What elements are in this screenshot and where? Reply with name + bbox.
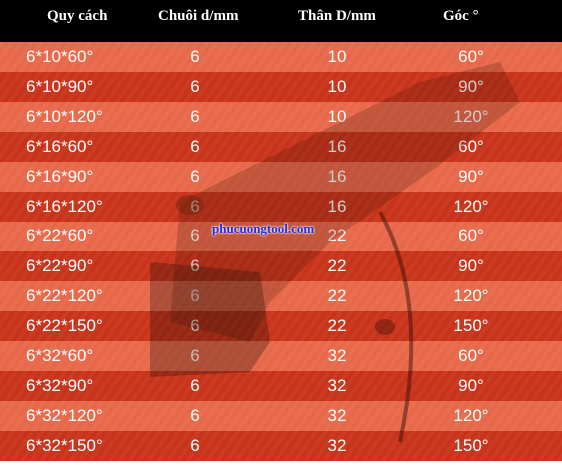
cell-spec: 6*22*120°: [26, 286, 103, 306]
cell-angle: 90°: [458, 76, 484, 96]
header-than: Thân D/mm: [298, 8, 376, 24]
table-row: 6*32*120° 6 32 120°: [0, 401, 562, 431]
cell-spec: 6*22*90°: [26, 256, 94, 276]
cell-body: 22: [327, 226, 347, 246]
cell-shank: 6: [190, 346, 200, 366]
cell-angle: 60°: [458, 136, 484, 156]
cell-spec: 6*22*60°: [26, 226, 94, 246]
cell-shank: 6: [190, 136, 200, 156]
cell-shank: 6: [190, 435, 200, 455]
cell-angle: 120°: [453, 106, 489, 126]
table-body: 6*10*60° 6 10 60° 6*10*90° 6 10 90° 6*10*120° 6 10…: [0, 42, 562, 461]
cell-shank: 6: [190, 196, 200, 216]
table-row: 6*22*150° 6 22 150°: [0, 311, 562, 342]
cell-angle: 90°: [458, 256, 484, 276]
cell-body: 10: [327, 106, 347, 126]
cell-shank: 6: [190, 316, 200, 336]
header-quy-cach: Quy cách: [47, 8, 108, 24]
cell-angle: 120°: [453, 406, 489, 426]
cell-body: 16: [327, 166, 347, 186]
cell-shank: 6: [190, 46, 200, 66]
cell-body: 22: [327, 286, 347, 306]
table-row: 6*16*60° 6 16 60°: [0, 131, 562, 162]
watermark-text: phucuongtool.com: [212, 221, 315, 236]
cell-angle: 60°: [458, 346, 484, 366]
cell-angle: 150°: [453, 435, 489, 455]
cell-spec: 6*32*90°: [26, 376, 94, 396]
table-row: 6*32*150° 6 32 150°: [0, 430, 562, 461]
header-chuoi: Chuôi d/mm: [158, 8, 239, 24]
cell-spec: 6*10*60°: [26, 46, 94, 66]
cell-spec: 6*16*90°: [26, 166, 94, 186]
cell-spec: 6*16*120°: [26, 196, 103, 216]
cell-spec: 6*10*90°: [26, 76, 94, 96]
cell-angle: 120°: [453, 286, 489, 306]
cell-spec: 6*32*150°: [26, 435, 103, 455]
table-row: 6*32*60° 6 32 60°: [0, 341, 562, 372]
cell-body: 32: [327, 406, 347, 426]
cell-shank: 6: [190, 256, 200, 276]
cell-spec: 6*32*120°: [26, 406, 103, 426]
cell-spec: 6*22*150°: [26, 316, 103, 336]
cell-angle: 90°: [458, 376, 484, 396]
cell-shank: 6: [190, 286, 200, 306]
cell-angle: 60°: [458, 46, 484, 66]
cell-body: 10: [327, 46, 347, 66]
cell-body: 32: [327, 346, 347, 366]
cell-shank: 6: [190, 106, 200, 126]
table-row: 6*22*90° 6 22 90°: [0, 251, 562, 282]
cell-spec: 6*10*120°: [26, 106, 103, 126]
cell-body: 32: [327, 435, 347, 455]
cell-body: 32: [327, 376, 347, 396]
table-header: Quy cách Chuôi d/mm Thân D/mm Góc °: [0, 0, 562, 42]
cell-spec: 6*32*60°: [26, 346, 94, 366]
table-row: 6*16*120° 6 16 120°: [0, 191, 562, 222]
cell-body: 10: [327, 76, 347, 96]
cell-body: 22: [327, 316, 347, 336]
cell-body: 22: [327, 256, 347, 276]
cell-angle: 90°: [458, 166, 484, 186]
table-row: 6*16*90° 6 16 90°: [0, 161, 562, 192]
cell-angle: 150°: [453, 316, 489, 336]
cell-shank: 6: [190, 166, 200, 186]
cell-spec: 6*16*60°: [26, 136, 94, 156]
header-goc: Góc °: [443, 8, 479, 24]
table-row: 6*22*120° 6 22 120°: [0, 281, 562, 312]
bottom-strip: [0, 461, 562, 465]
cell-body: 16: [327, 196, 347, 216]
cell-shank: 6: [190, 406, 200, 426]
cell-angle: 120°: [453, 196, 489, 216]
spec-table: Quy cách Chuôi d/mm Thân D/mm Góc ° 6*10…: [0, 0, 562, 465]
table-row: 6*10*60° 6 10 60°: [0, 42, 562, 72]
table-row: 6*10*120° 6 10 120°: [0, 101, 562, 132]
cell-body: 16: [327, 136, 347, 156]
table-row: 6*32*90° 6 32 90°: [0, 371, 562, 402]
cell-shank: 6: [190, 76, 200, 96]
table-row: 6*10*90° 6 10 90°: [0, 71, 562, 102]
cell-angle: 60°: [458, 226, 484, 246]
cell-shank: 6: [190, 376, 200, 396]
